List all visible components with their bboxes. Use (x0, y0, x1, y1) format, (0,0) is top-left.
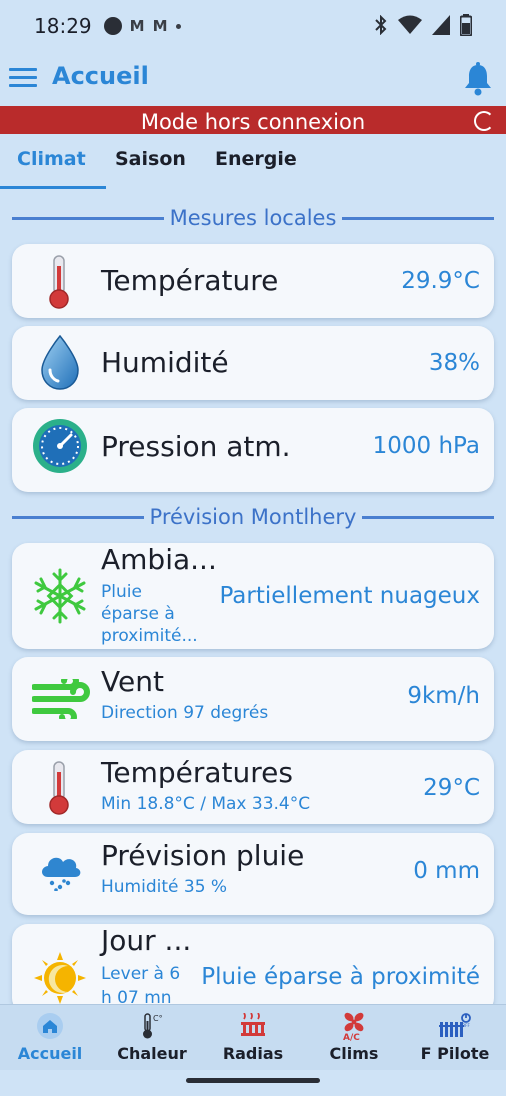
tab-energie[interactable]: Energie (215, 148, 297, 170)
status-time: 18:29 (34, 14, 92, 38)
card-subtitle: Humidité 35 % (101, 877, 228, 897)
section-header-forecast: Prévision Montlhery (12, 505, 494, 529)
gmail-icon: M (129, 17, 145, 35)
card-value: Partiellement nuageux (219, 583, 480, 609)
card-ambiance[interactable]: Ambia... Pluie éparse à proximité... Par… (12, 543, 494, 649)
card-temperatures[interactable]: Températures Min 18.8°C / Max 33.4°C 29°… (12, 750, 494, 824)
battery-icon (460, 14, 472, 36)
wifi-icon (398, 15, 422, 34)
offline-banner: Mode hors connexion (0, 106, 506, 134)
card-value: 9km/h (407, 683, 480, 709)
gesture-home-bar[interactable] (186, 1078, 320, 1083)
tab-indicator (0, 186, 106, 189)
notification-dot-icon (103, 17, 122, 35)
card-rain-forecast[interactable]: Prévision pluie Humidité 35 % 0 mm (12, 833, 494, 915)
water-drop-icon (41, 334, 79, 390)
page-title: Accueil (52, 62, 149, 90)
thermometer-celsius-icon: C° (143, 1013, 163, 1039)
ac-fan-icon: A/C (343, 1012, 364, 1041)
menu-icon[interactable] (9, 68, 37, 90)
rain-cloud-icon (42, 857, 81, 891)
app-bar: Accueil (0, 52, 506, 106)
card-label: Température (101, 264, 279, 297)
sun-moon-icon (34, 952, 86, 1004)
svg-text:OFF: OFF (462, 1023, 470, 1028)
thermometer-icon (49, 255, 69, 309)
section-title-forecast: Prévision Montlhery (149, 505, 357, 529)
gmail-icon-2: M (152, 17, 168, 35)
card-value: 38% (428, 350, 480, 376)
card-temperature[interactable]: Température 29.9°C (12, 244, 494, 318)
nav-label: F Pilote (420, 1044, 490, 1063)
card-subtitle: Direction 97 degrés (101, 703, 269, 723)
spinner-icon (474, 111, 494, 131)
card-value: 0 mm (413, 858, 480, 884)
card-subtitle: Lever à 6 h 07 mn (101, 964, 181, 1008)
card-pressure[interactable]: Pression atm. 1000 hPa (12, 408, 494, 492)
nav-label: Clims (329, 1044, 379, 1063)
more-notifications-icon (175, 23, 181, 29)
section-header-local: Mesures locales (12, 206, 495, 230)
section-title-local: Mesures locales (169, 206, 337, 230)
svg-text:A/C: A/C (343, 1033, 360, 1041)
offline-banner-text: Mode hors connexion (140, 110, 366, 134)
nav-label: Chaleur (117, 1044, 187, 1063)
nav-label: Accueil (17, 1044, 83, 1063)
nav-label: Radias (222, 1044, 284, 1063)
thermometer-icon (49, 761, 69, 815)
card-value: 29.9°C (401, 268, 480, 294)
nav-item-f-pilote[interactable]: OFF F Pilote (405, 1011, 505, 1063)
radiator-icon (241, 1013, 265, 1036)
card-label: Ambia... (101, 543, 217, 576)
tab-climat[interactable]: Climat (17, 148, 86, 170)
pilot-wire-icon: OFF (439, 1013, 471, 1037)
bottom-nav: Accueil C° Chaleur Radias A/C Clims OFF … (0, 1004, 506, 1070)
card-label: Jour ... (101, 924, 192, 957)
card-subtitle: Min 18.8°C / Max 33.4°C (101, 794, 311, 814)
pressure-gauge-icon (33, 419, 87, 473)
card-value: 1000 hPa (372, 433, 480, 459)
nav-item-radias[interactable]: Radias (203, 1011, 303, 1063)
bell-icon[interactable] (462, 62, 494, 96)
card-label: Températures (101, 756, 293, 789)
card-wind[interactable]: Vent Direction 97 degrés 9km/h (12, 657, 494, 741)
nav-item-chaleur[interactable]: C° Chaleur (102, 1011, 202, 1063)
snowflake-icon (34, 568, 86, 624)
card-label: Vent (101, 665, 164, 698)
wind-icon (32, 679, 90, 719)
nav-item-clims[interactable]: A/C Clims (304, 1011, 404, 1063)
card-label: Humidité (101, 346, 229, 379)
tab-saison[interactable]: Saison (115, 148, 186, 170)
card-value: 29°C (423, 775, 480, 801)
nav-item-accueil[interactable]: Accueil (0, 1011, 100, 1063)
signal-icon (432, 15, 450, 35)
card-label: Prévision pluie (101, 839, 305, 872)
svg-text:C°: C° (153, 1014, 163, 1023)
home-icon (37, 1013, 63, 1039)
tab-bar: Climat Saison Energie (0, 134, 506, 190)
status-bar: 18:29 M M (0, 0, 506, 52)
card-subtitle: Pluie éparse à proximité... (101, 582, 198, 646)
card-value: Pluie éparse à proximité (201, 964, 480, 990)
bluetooth-icon (375, 15, 387, 35)
card-day[interactable]: Jour ... Lever à 6 h 07 mn Pluie éparse … (12, 924, 494, 1014)
card-humidity[interactable]: Humidité 38% (12, 326, 494, 400)
card-label: Pression atm. (101, 430, 291, 463)
